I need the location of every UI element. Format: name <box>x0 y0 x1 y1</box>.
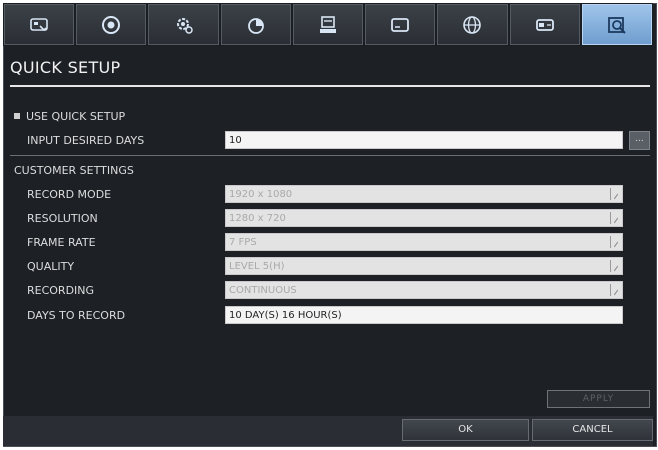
record-icon <box>102 15 121 34</box>
resolution-select[interactable]: 1280 x 720 <box>225 209 623 227</box>
tab-network[interactable] <box>437 4 508 45</box>
customer-settings-heading: CUSTOMER SETTINGS <box>14 164 134 177</box>
settings-gear-icon <box>176 17 193 34</box>
display-icon <box>391 17 410 32</box>
quality-select[interactable]: LEVEL 5(H) <box>225 257 623 275</box>
dropdown-arrow-icon <box>610 284 620 296</box>
tab-storage[interactable] <box>509 4 580 45</box>
tab-display[interactable] <box>365 4 436 45</box>
dropdown-arrow-icon <box>610 188 620 200</box>
event-pie-icon <box>247 17 264 34</box>
camera-setup-icon <box>30 17 48 31</box>
days-to-record-label: DAYS TO RECORD <box>27 309 126 322</box>
network-globe-icon <box>463 15 482 34</box>
frame-rate-label: FRAME RATE <box>27 236 96 249</box>
recording-value: CONTINUOUS <box>229 285 297 296</box>
cancel-button[interactable]: CANCEL <box>532 419 653 441</box>
tab-settings[interactable] <box>148 4 219 45</box>
page-title: QUICK SETUP <box>10 58 121 77</box>
tab-event[interactable] <box>220 4 291 45</box>
record-mode-select[interactable]: 1920 x 1080 <box>225 185 623 203</box>
frame-rate-select[interactable]: 7 FPS <box>225 233 623 251</box>
tab-record[interactable] <box>76 4 147 45</box>
tab-search[interactable] <box>581 4 652 45</box>
quality-value: LEVEL 5(H) <box>229 261 285 272</box>
search-icon <box>607 16 626 34</box>
section-divider <box>10 155 650 156</box>
recording-label: RECORDING <box>27 284 95 297</box>
use-quick-setup-checkbox[interactable]: USE QUICK SETUP <box>14 110 125 123</box>
title-underline <box>10 85 650 87</box>
tab-bar <box>3 3 653 46</box>
resolution-value: 1280 x 720 <box>229 213 286 224</box>
dropdown-arrow-icon <box>610 212 620 224</box>
use-quick-setup-label: USE QUICK SETUP <box>26 110 126 123</box>
ok-button[interactable]: OK <box>402 419 529 441</box>
desired-days-more-button[interactable]: ... <box>629 131 650 150</box>
dropdown-arrow-icon <box>610 260 620 272</box>
storage-hdd-icon <box>535 18 554 31</box>
input-desired-days-label: INPUT DESIRED DAYS <box>27 134 145 147</box>
tab-system[interactable] <box>292 4 364 45</box>
days-to-record-value: 10 DAY(S) 16 HOUR(S) <box>225 306 623 324</box>
record-mode-value: 1920 x 1080 <box>229 189 293 200</box>
quality-label: QUALITY <box>27 260 75 273</box>
apply-button[interactable]: APPLY <box>547 390 650 408</box>
dropdown-arrow-icon <box>610 236 620 248</box>
tab-camera[interactable] <box>4 4 75 45</box>
recording-select[interactable]: CONTINUOUS <box>225 281 623 299</box>
record-mode-label: RECORD MODE <box>27 188 112 201</box>
checkbox-indicator[interactable] <box>14 113 20 119</box>
system-monitor-icon <box>319 15 336 33</box>
desired-days-input[interactable]: 10 <box>225 131 623 149</box>
frame-rate-value: 7 FPS <box>229 237 257 248</box>
resolution-label: RESOLUTION <box>27 212 98 225</box>
